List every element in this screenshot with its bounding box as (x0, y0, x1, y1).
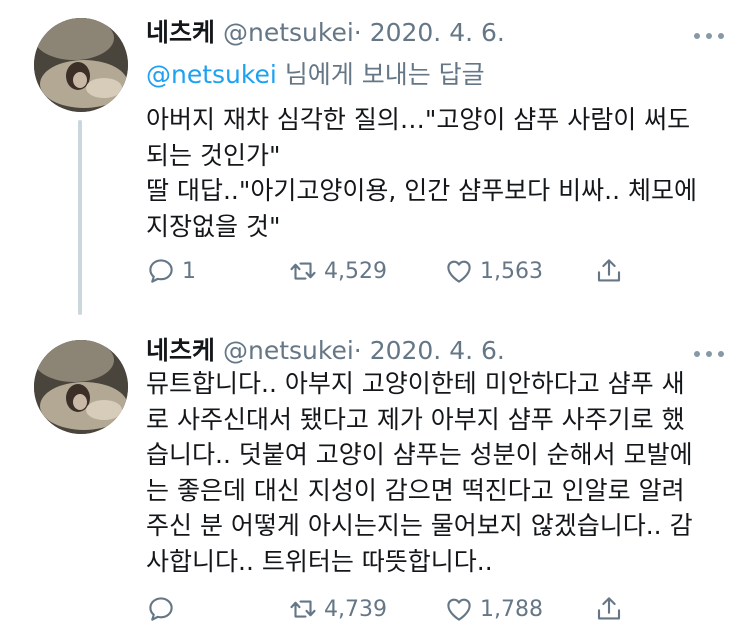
avatar-photo (34, 18, 128, 112)
tweet-text: 아버지 재차 심각한 질의…"고양이 샴푸 사람이 써도 되는 것인가" 딸 대… (146, 105, 697, 241)
retweet-button[interactable]: 4,739 (288, 592, 387, 626)
separator: · (353, 336, 362, 365)
share-button[interactable] (594, 592, 630, 626)
display-name[interactable]: 네츠케 (146, 18, 215, 47)
reply-icon (149, 259, 173, 283)
avatar[interactable] (34, 18, 128, 112)
tweet-header: 네츠케 @netsukei· 2020. 4. 6. (146, 16, 690, 50)
retweet-icon (290, 262, 316, 280)
heart-icon (447, 598, 471, 621)
reply-button[interactable] (146, 592, 182, 626)
tweet-date[interactable]: 2020. 4. 6. (370, 18, 505, 47)
reply-button[interactable]: 1 (146, 254, 196, 288)
heart-icon (447, 260, 471, 283)
like-button[interactable]: 1,788 (444, 592, 543, 626)
display-name[interactable]: 네츠케 (146, 336, 215, 365)
tweet-date[interactable]: 2020. 4. 6. (370, 336, 505, 365)
avatar[interactable] (34, 340, 128, 434)
separator: · (353, 18, 362, 47)
tweet[interactable]: 네츠케 @netsukei· 2020. 4. 6. @netsukei 님에게… (0, 0, 750, 318)
more-icon[interactable] (692, 348, 726, 360)
thread-line (78, 120, 82, 315)
handle[interactable]: @netsukei (223, 18, 354, 47)
more-icon[interactable] (692, 30, 726, 42)
reply-count: 1 (182, 258, 196, 284)
reply-suffix: 님에게 보내는 답글 (276, 60, 485, 89)
retweet-count: 4,739 (324, 596, 387, 622)
retweet-button[interactable]: 4,529 (288, 254, 387, 288)
tweet[interactable]: 네츠케 @netsukei· 2020. 4. 6. 뮤트합니다.. 아부지 고… (0, 318, 750, 637)
reply-mention[interactable]: @netsukei (146, 60, 277, 89)
tweet-actions: 1 4,529 1,563 (146, 254, 646, 288)
tweet-text: 뮤트합니다.. 아부지 고양이한테 미안하다고 샴푸 새 로 사주신대서 됐다고… (146, 369, 693, 576)
like-count: 1,563 (480, 258, 543, 284)
tweet-actions: 4,739 1,788 (146, 592, 646, 626)
share-icon (597, 259, 621, 282)
retweet-count: 4,529 (324, 258, 387, 284)
share-icon (597, 597, 621, 620)
retweet-icon (290, 600, 316, 618)
like-count: 1,788 (480, 596, 543, 622)
like-button[interactable]: 1,563 (444, 254, 543, 288)
tweet-header: 네츠케 @netsukei· 2020. 4. 6. (146, 334, 690, 368)
reply-context: @netsukei 님에게 보내는 답글 (146, 58, 485, 92)
reply-icon (149, 597, 173, 621)
handle[interactable]: @netsukei (223, 336, 354, 365)
share-button[interactable] (594, 254, 630, 288)
avatar-photo (34, 340, 128, 434)
